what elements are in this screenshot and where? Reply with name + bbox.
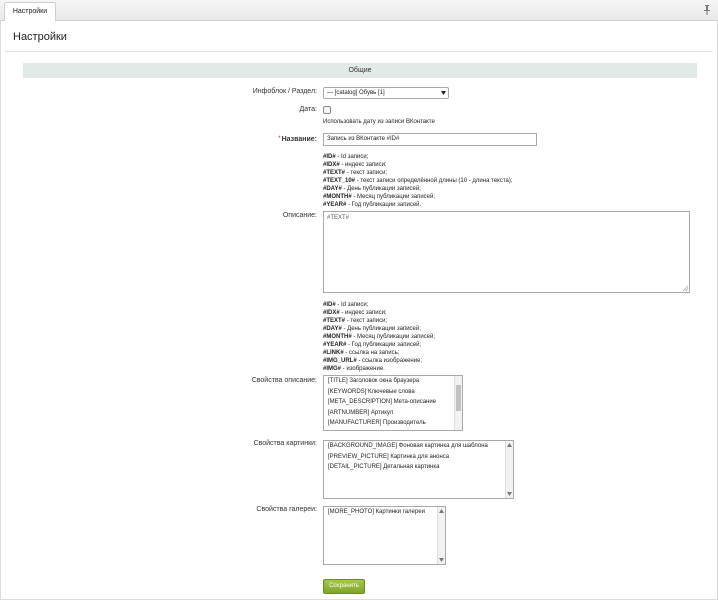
hint-line: #TEXT_10# - текст записи определённой дл…	[323, 177, 513, 185]
description-value: #TEXT#	[327, 215, 350, 221]
list-option[interactable]: [PREVIEW_PICTURE] Картинка для анонса	[324, 452, 513, 463]
hint-text: - День публикации записей;	[341, 326, 421, 332]
hint-text: - День публикации записей;	[341, 186, 421, 192]
hint-code: #YEAR#	[323, 342, 347, 348]
hint-line: #TEXT# - текст записи;	[323, 317, 435, 325]
hint-code: #TEXT#	[323, 318, 346, 324]
date-note: Использовать дату из записи ВКонтакте	[323, 119, 435, 125]
gallery-props-listbox[interactable]: [MORE_PHOTO] Картинки галереи	[323, 506, 446, 565]
hint-line: #IMG_URL# - ссылка изображение;	[323, 357, 435, 365]
scroll-down-icon[interactable]	[507, 492, 512, 496]
hint-text: - Id записи;	[335, 154, 369, 160]
tab-bar: Настройки	[0, 0, 718, 22]
hint-code: #MONTH#	[323, 334, 352, 340]
hint-code: #TEXT#	[323, 170, 346, 176]
scroll-up-icon[interactable]	[507, 443, 512, 447]
hint-text: - Id записи;	[335, 302, 369, 308]
scroll-down-icon[interactable]	[439, 558, 444, 562]
name-label-text: Название:	[281, 136, 317, 143]
chevron-down-icon	[441, 91, 446, 95]
hint-line: #MONTH# - Месяц публикации записей;	[323, 333, 435, 341]
hint-code: #TEXT_10#	[323, 178, 356, 184]
desc-props-label: Свойства описание:	[251, 377, 317, 384]
hint-text: - ссылка на запись;	[343, 350, 400, 356]
list-option[interactable]: [BACKGROUND_IMAGE] Фоновая картинка для …	[324, 441, 513, 452]
list-option[interactable]: [KEYWORDS] Ключевые слова	[324, 387, 462, 398]
date-checkbox[interactable]	[323, 106, 331, 114]
scroll-up-icon[interactable]	[439, 509, 444, 513]
section-header-general: Общие	[23, 63, 697, 78]
hint-code: #LINK#	[323, 350, 344, 356]
hint-text: - индекс записи;	[339, 310, 387, 316]
hint-line: #MONTH# - Месяц публикации записей;	[323, 193, 513, 201]
hint-line: #IDX# - индекс записи;	[323, 309, 435, 317]
hint-line: #ID# - Id записи;	[323, 301, 435, 309]
hint-line: #DAY# - День публикации записей;	[323, 185, 513, 193]
hint-line: #YEAR# - Год публикации записей.	[323, 201, 513, 209]
hint-text: - текст записи;	[345, 170, 388, 176]
hint-line: #ID# - Id записи;	[323, 153, 513, 161]
picture-props-scrollbar[interactable]	[505, 441, 513, 498]
picture-props-label: Свойства картинки:	[253, 440, 317, 447]
iblock-select[interactable]: — [catalog] Обувь [1]	[323, 87, 449, 99]
list-option[interactable]: [DETAIL_PICTURE] Детальная картинка	[324, 462, 513, 473]
hint-text: - Год публикации записей.	[346, 202, 422, 208]
page-title: Настройки	[13, 31, 67, 43]
resize-grip-icon[interactable]	[682, 285, 688, 291]
hint-code: #IMG_URL#	[323, 358, 357, 364]
hint-code: #IDX#	[323, 310, 340, 316]
gallery-props-label: Свойства галереи:	[256, 506, 317, 513]
iblock-select-value: — [catalog] Обувь [1]	[327, 90, 385, 96]
description-hints: #ID# - Id записи; #IDX# - индекс записи; #…	[323, 301, 435, 373]
hint-code: #ID#	[323, 154, 336, 160]
tab-settings[interactable]: Настройки	[4, 2, 56, 22]
hint-code: #MONTH#	[323, 194, 352, 200]
description-label: Описание:	[282, 212, 317, 219]
hint-code: #YEAR#	[323, 202, 347, 208]
hint-text: - Месяц публикации записей;	[351, 334, 436, 340]
description-textarea[interactable]: #TEXT#	[323, 211, 690, 293]
hint-code: #IMG#	[323, 366, 342, 372]
hint-text: - Месяц публикации записей;	[351, 194, 436, 200]
title-divider	[5, 51, 713, 52]
list-option[interactable]: [META_DESCRIPTION] Мета-описание	[324, 397, 462, 408]
hint-code: #IDX#	[323, 162, 340, 168]
hint-line: #LINK# - ссылка на запись;	[323, 349, 435, 357]
name-hints: #ID# - Id записи; #IDX# - индекс записи; #…	[323, 153, 513, 209]
settings-panel: Настройки Общие Инфоблок / Раздел: — [ca…	[0, 21, 718, 600]
hint-line: #TEXT# - текст записи;	[323, 169, 513, 177]
hint-text: - ссылка изображение;	[356, 358, 423, 364]
picture-props-listbox[interactable]: [BACKGROUND_IMAGE] Фоновая картинка для …	[323, 440, 514, 499]
list-option[interactable]: [ARTNUMBER] Артикул	[324, 408, 462, 419]
hint-code: #DAY#	[323, 186, 342, 192]
hint-text: - текст записи;	[345, 318, 388, 324]
gallery-props-scrollbar[interactable]	[437, 507, 445, 564]
scrollbar-thumb[interactable]	[456, 385, 461, 411]
list-option[interactable]: [MORE_PHOTO] Картинки галереи	[324, 507, 445, 518]
pin-icon[interactable]	[704, 5, 710, 15]
hint-text: - текст записи определённой длины (10 - …	[355, 178, 513, 184]
name-label: *Название:	[278, 136, 317, 143]
hint-line: #IMG# - изображение.	[323, 365, 435, 373]
hint-text: - Год публикации записей;	[346, 342, 422, 348]
desc-props-listbox[interactable]: [TITLE] Заголовок окна браузера [KEYWORDS…	[323, 375, 463, 431]
hint-line: #IDX# - индекс записи;	[323, 161, 513, 169]
hint-line: #YEAR# - Год публикации записей;	[323, 341, 435, 349]
name-input[interactable]: Запись из ВКонтакте #ID#	[323, 133, 537, 146]
hint-code: #DAY#	[323, 326, 342, 332]
date-label: Дата:	[299, 106, 317, 113]
hint-text: - индекс записи;	[339, 162, 387, 168]
save-button[interactable]: Сохранить	[323, 579, 365, 594]
hint-text: - изображение.	[341, 366, 385, 372]
hint-line: #DAY# - День публикации записей;	[323, 325, 435, 333]
list-option[interactable]: [MANUFACTURER] Производитель	[324, 418, 462, 429]
hint-code: #ID#	[323, 302, 336, 308]
required-mark: *	[278, 136, 281, 142]
iblock-label: Инфоблок / Раздел:	[252, 88, 317, 95]
desc-props-scrollbar[interactable]	[454, 376, 462, 430]
list-option[interactable]: [TITLE] Заголовок окна браузера	[324, 376, 462, 387]
